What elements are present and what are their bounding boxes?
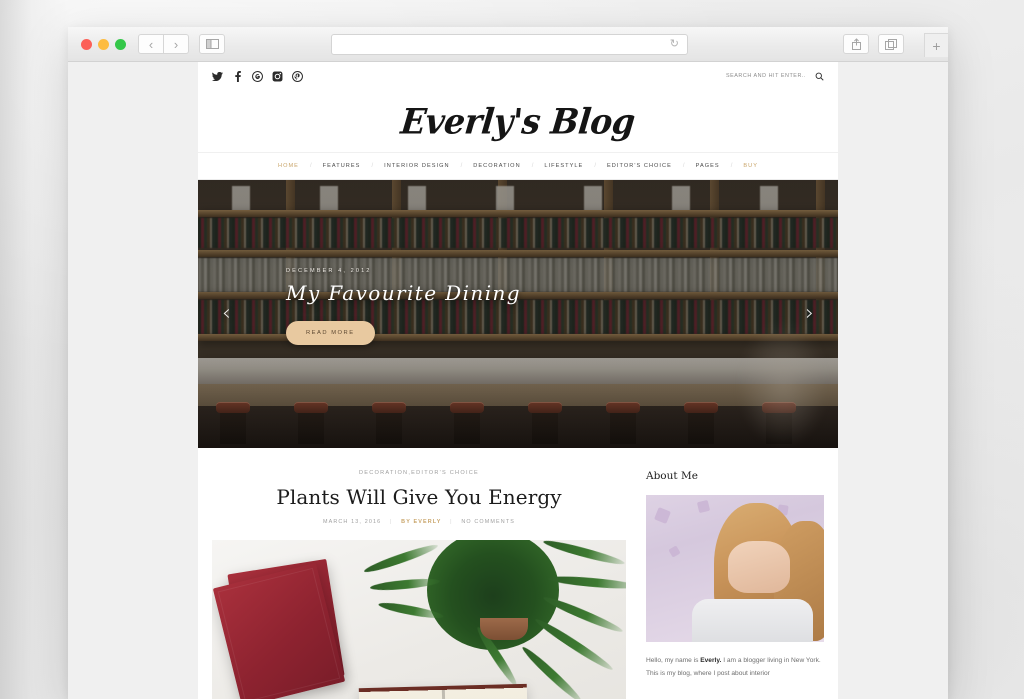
website-page: SEARCH AND HIT ENTER.. Everly's Blog HOM…	[198, 62, 838, 699]
close-window-button[interactable]	[81, 38, 92, 50]
social-links	[212, 70, 303, 82]
about-me-title: About Me	[646, 470, 698, 482]
browser-titlebar: ‹ › ↻ +	[68, 27, 948, 62]
nav-item-pages[interactable]: PAGES	[694, 163, 722, 169]
navigation-buttons: ‹ ›	[138, 34, 189, 54]
share-icon	[851, 38, 861, 50]
about-name: Everly.	[700, 657, 722, 664]
search-placeholder: SEARCH AND HIT ENTER..	[726, 73, 806, 79]
google-plus-icon[interactable]	[252, 70, 263, 82]
meta-separator: |	[389, 519, 393, 525]
reload-icon[interactable]: ↻	[670, 39, 679, 50]
nav-item-buy[interactable]: BUY	[741, 163, 760, 169]
share-button[interactable]	[843, 34, 869, 54]
post-categories[interactable]: DECORATION,EDITOR'S CHOICE	[212, 470, 626, 476]
nav-separator: /	[730, 163, 733, 169]
meta-separator: |	[450, 519, 453, 525]
browser-window: ‹ › ↻ + SEARCH AND HIT ENTER.. Everly's …	[68, 27, 948, 699]
slider-next-button[interactable]: ›	[805, 303, 814, 325]
sidebar-toggle-button[interactable]	[199, 34, 225, 54]
about-me-image	[646, 495, 824, 642]
nav-separator: /	[460, 163, 463, 169]
sidebar-icon	[205, 39, 219, 49]
hero-date: DECEMBER 4, 2012	[286, 268, 372, 274]
shirt	[692, 599, 814, 642]
nav-separator: /	[531, 163, 534, 169]
nav-item-editors-choice[interactable]: EDITOR'S CHOICE	[605, 163, 674, 169]
nav-item-home[interactable]: HOME	[276, 163, 301, 169]
nav-separator: /	[371, 163, 374, 169]
search-icon[interactable]	[815, 72, 824, 81]
main-navigation: HOME / FEATURES / INTERIOR DESIGN / DECO…	[198, 152, 838, 180]
window-controls	[81, 38, 126, 50]
hands	[727, 541, 790, 593]
post-featured-image[interactable]	[212, 540, 626, 699]
site-header: Everly's Blog	[198, 90, 838, 152]
nav-item-decoration[interactable]: DECORATION	[471, 163, 522, 169]
facebook-icon[interactable]	[232, 70, 243, 82]
backdrop-shadow	[0, 0, 70, 699]
nav-separator: /	[594, 163, 597, 169]
plant-pot	[480, 618, 528, 640]
read-more-button[interactable]: READ MORE	[286, 321, 375, 345]
about-me-text: Hello, my name is Everly. I am a blogger…	[646, 654, 824, 680]
nav-item-lifestyle[interactable]: LIFESTYLE	[542, 163, 585, 169]
open-book	[358, 683, 530, 699]
browser-actions	[843, 34, 904, 54]
chevron-left-icon: ‹	[148, 36, 154, 52]
forward-button[interactable]: ›	[163, 34, 189, 54]
instagram-icon[interactable]	[272, 71, 283, 82]
plus-icon: +	[932, 37, 941, 54]
hero-title[interactable]: My Favourite Dining	[286, 281, 521, 305]
post-meta: MARCH 13, 2016 | BY EVERLY | NO COMMENTS	[212, 519, 626, 525]
maximize-window-button[interactable]	[115, 38, 126, 50]
site-search[interactable]: SEARCH AND HIT ENTER..	[726, 72, 824, 81]
hero-caption: DECEMBER 4, 2012 My Favourite Dining REA…	[286, 268, 521, 345]
chevron-right-icon: ›	[173, 36, 179, 52]
content-area: DECORATION,EDITOR'S CHOICE Plants Will G…	[198, 448, 838, 699]
sidebar: About Me Hello, my name is Everly. I am …	[646, 470, 824, 699]
post-date: MARCH 13, 2016	[322, 519, 382, 525]
nav-item-features[interactable]: FEATURES	[321, 163, 363, 169]
pinterest-icon[interactable]	[292, 70, 303, 82]
show-tabs-button[interactable]	[878, 34, 904, 54]
site-logo[interactable]: Everly's Blog	[399, 100, 637, 141]
back-button[interactable]: ‹	[138, 34, 164, 54]
site-topbar: SEARCH AND HIT ENTER..	[198, 62, 838, 90]
minimize-window-button[interactable]	[98, 38, 109, 50]
post-title[interactable]: Plants Will Give You Energy	[212, 485, 626, 509]
tabs-icon	[885, 38, 897, 50]
nav-separator: /	[309, 163, 312, 169]
slider-prev-button[interactable]: ‹	[222, 303, 231, 325]
about-text-part1: Hello, my name is	[646, 657, 701, 664]
twitter-icon[interactable]	[212, 71, 223, 82]
main-column: DECORATION,EDITOR'S CHOICE Plants Will G…	[212, 470, 626, 699]
nav-separator: /	[682, 163, 685, 169]
browser-viewport: SEARCH AND HIT ENTER.. Everly's Blog HOM…	[68, 62, 948, 699]
address-bar[interactable]: ↻	[331, 34, 688, 55]
nav-item-interior-design[interactable]: INTERIOR DESIGN	[382, 163, 451, 169]
post-comments[interactable]: NO COMMENTS	[461, 519, 515, 525]
post-author[interactable]: BY EVERLY	[401, 519, 441, 525]
new-tab-button[interactable]: +	[924, 33, 948, 57]
hero-slider[interactable]: ‹ › DECEMBER 4, 2012 My Favourite Dining…	[198, 180, 838, 448]
